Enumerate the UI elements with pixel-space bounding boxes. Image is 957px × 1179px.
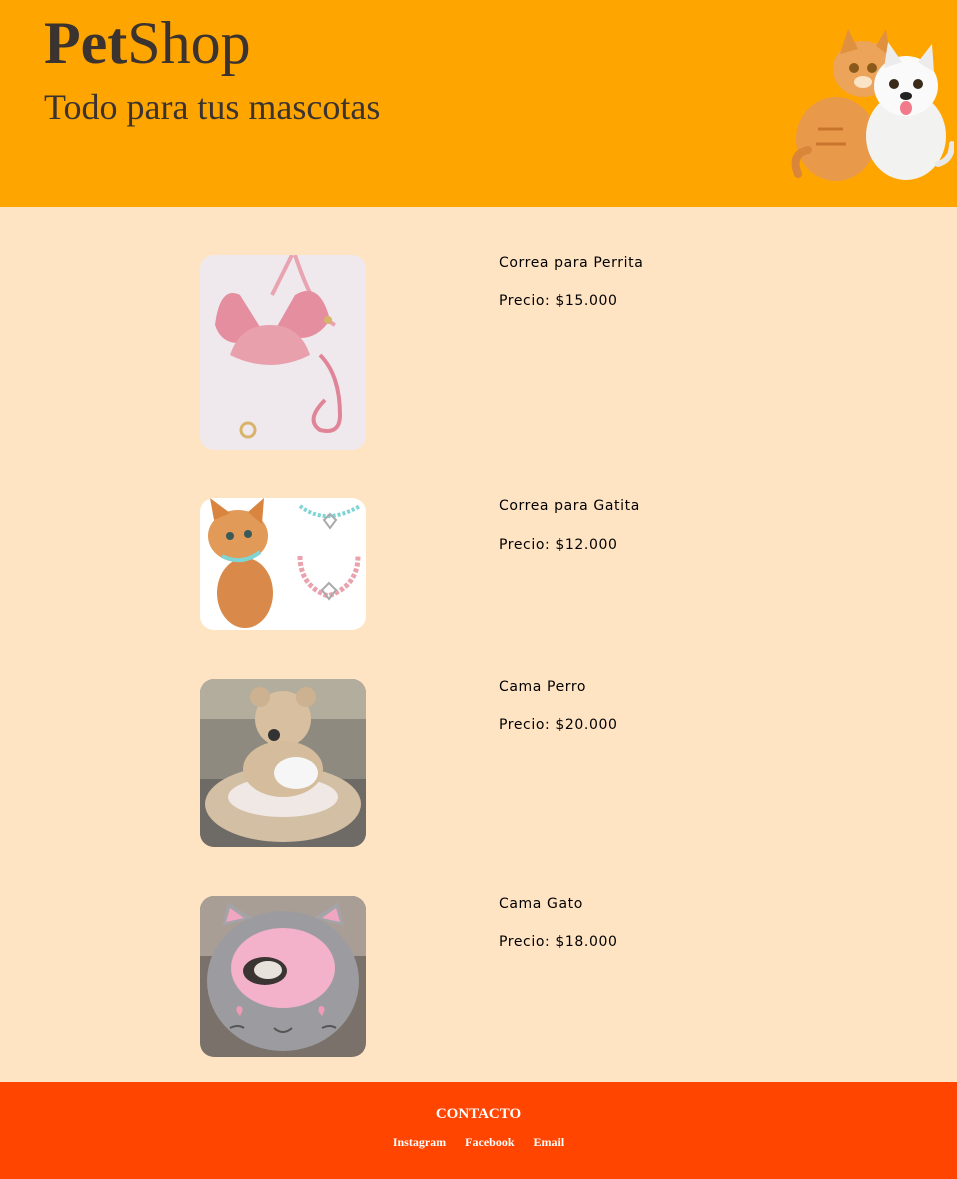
- product-image-dog-bed[interactable]: [200, 679, 366, 847]
- product-name: Correa para Perrita: [499, 255, 644, 271]
- product-image-cat-bed[interactable]: [200, 896, 366, 1057]
- product-name: Cama Gato: [499, 896, 583, 912]
- product-price: Precio: $12.000: [499, 537, 618, 553]
- email-link[interactable]: Email: [534, 1135, 565, 1149]
- facebook-link[interactable]: Facebook: [465, 1135, 514, 1149]
- site-header: PetShop Todo para tus mascotas: [0, 0, 957, 207]
- footer-contact-title: CONTACTO: [435, 1106, 522, 1122]
- site-footer: CONTACTO Instagram Facebook Email: [0, 1082, 957, 1179]
- product-image-cat-collar[interactable]: [200, 498, 366, 630]
- product-name: Correa para Gatita: [499, 498, 640, 514]
- product-name: Cama Perro: [499, 679, 587, 695]
- product-price: Precio: $20.000: [499, 717, 618, 733]
- cat-and-dog-mascot-image: [791, 29, 954, 181]
- product-image-dog-leash[interactable]: [200, 255, 366, 450]
- instagram-link[interactable]: Instagram: [393, 1135, 446, 1149]
- footer-links: Instagram Facebook Email: [0, 1135, 957, 1150]
- product-price: Precio: $18.000: [499, 934, 618, 950]
- site-logo[interactable]: PetShop: [44, 10, 251, 76]
- product-price: Precio: $15.000: [499, 293, 618, 309]
- site-tagline: Todo para tus mascotas: [44, 87, 381, 127]
